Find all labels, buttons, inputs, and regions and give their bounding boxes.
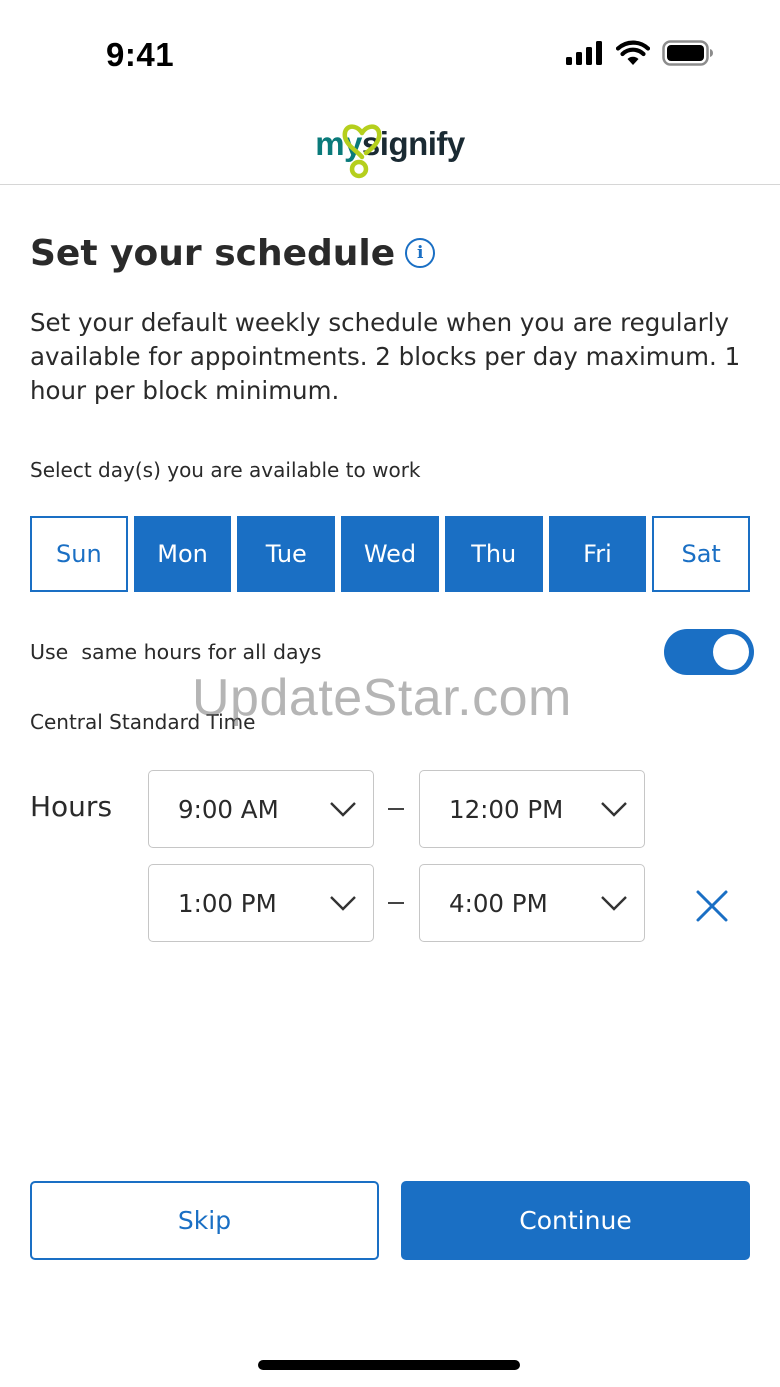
page-title-row: Set your schedule i [30, 233, 436, 274]
same-hours-label: Use same hours for all days [30, 640, 322, 664]
time-range-dash [388, 902, 404, 904]
start-time-select-1[interactable]: 9:00 AM [148, 770, 374, 848]
battery-icon [662, 40, 713, 66]
same-hours-toggle[interactable] [664, 629, 754, 675]
status-bar: 9:41 [0, 0, 780, 100]
day-button-mon[interactable]: Mon [133, 516, 232, 592]
cellular-signal-icon [566, 41, 602, 65]
status-icons [566, 40, 714, 66]
end-time-value-2: 4:00 PM [449, 888, 548, 918]
page-description: Set your default weekly schedule when yo… [30, 308, 741, 405]
day-button-sat[interactable]: Sat [652, 516, 751, 592]
status-time: 9:41 [106, 36, 175, 73]
day-button-tue[interactable]: Tue [237, 516, 336, 592]
day-button-fri[interactable]: Fri [548, 516, 647, 592]
start-time-select-2[interactable]: 1:00 PM [148, 864, 374, 942]
time-range-dash [388, 808, 404, 810]
days-label: Select day(s) you are available to work [30, 458, 421, 482]
hours-label: Hours [30, 790, 113, 823]
app-header: my signify [0, 100, 780, 185]
day-button-thu[interactable]: Thu [444, 516, 543, 592]
day-button-wed[interactable]: Wed [341, 516, 439, 592]
start-time-value-1: 9:00 AM [178, 794, 279, 824]
wifi-icon [616, 40, 650, 65]
days-selector: Sun Mon Tue Wed Thu Fri Sat [30, 516, 751, 592]
chevron-down-icon [601, 802, 627, 817]
end-time-value-1: 12:00 PM [449, 794, 564, 824]
start-time-value-2: 1:00 PM [178, 888, 277, 918]
end-time-select-2[interactable]: 4:00 PM [419, 864, 645, 942]
page-title: Set your schedule [30, 233, 396, 274]
same-hours-row: Use same hours for all days [30, 628, 754, 676]
remove-block-close-icon[interactable] [694, 888, 730, 924]
info-icon[interactable]: i [405, 237, 436, 268]
chevron-down-icon [601, 896, 627, 911]
continue-button[interactable]: Continue [401, 1181, 750, 1260]
day-button-sun[interactable]: Sun [30, 516, 128, 592]
home-indicator [258, 1360, 520, 1370]
chevron-down-icon [330, 896, 356, 911]
mysignify-logo: my signify [315, 121, 465, 179]
chevron-down-icon [330, 802, 356, 817]
timezone-label: Central Standard Time [30, 710, 256, 734]
toggle-knob [713, 634, 749, 670]
logo-heart-mark-icon [342, 124, 382, 179]
end-time-select-1[interactable]: 12:00 PM [419, 770, 645, 848]
skip-button[interactable]: Skip [30, 1181, 379, 1260]
